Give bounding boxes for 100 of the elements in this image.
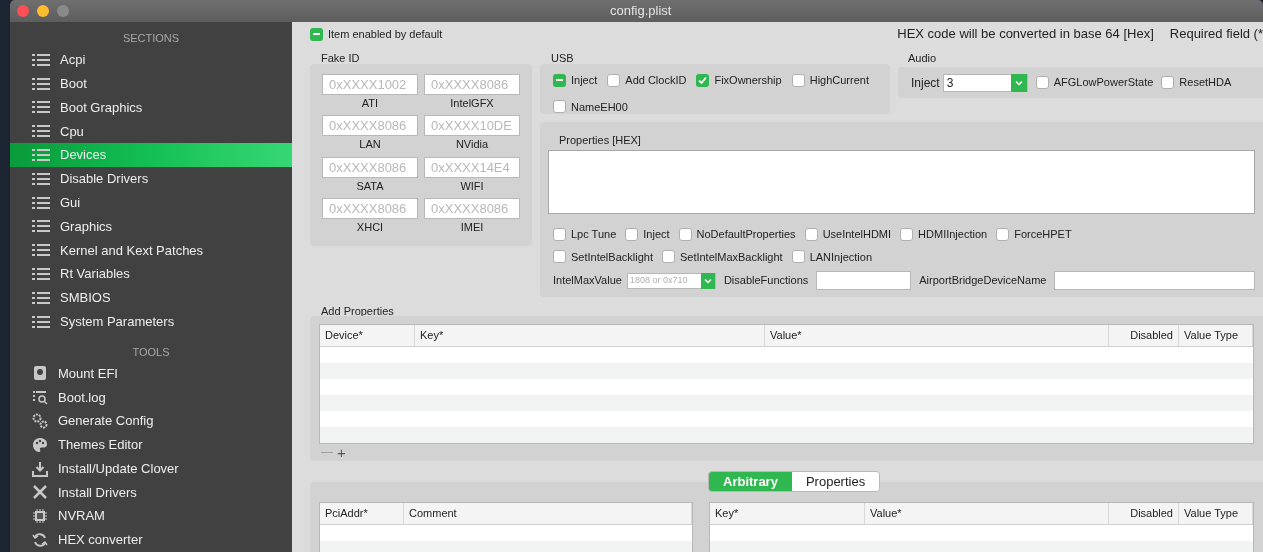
sidebar-item[interactable]: Gui bbox=[10, 190, 292, 215]
sidebar-item[interactable]: Disable Drivers bbox=[10, 167, 292, 191]
sidebar-item[interactable]: Boot.log bbox=[10, 385, 292, 410]
sidebar-item[interactable]: Boot bbox=[10, 71, 292, 96]
checkbox[interactable] bbox=[661, 250, 675, 264]
checkbox[interactable] bbox=[310, 27, 323, 41]
sidebar-item[interactable]: Themes Editor bbox=[10, 432, 292, 457]
checkbox[interactable] bbox=[791, 73, 805, 87]
checkbox-label: HDMIInjection bbox=[918, 227, 988, 242]
checkbox-label: LANInjection bbox=[809, 249, 873, 265]
checkbox-label: NoDefaultProperties bbox=[696, 227, 796, 242]
gears-icon bbox=[32, 413, 48, 430]
field-label: NVidia bbox=[455, 137, 489, 153]
checkbox[interactable] bbox=[791, 250, 805, 264]
section-header: SECTIONS bbox=[121, 31, 181, 46]
column-header[interactable]: Value* bbox=[865, 503, 1109, 524]
airport-field[interactable] bbox=[1054, 271, 1255, 290]
list-icon bbox=[32, 219, 50, 234]
checkbox-label: Inject bbox=[643, 227, 670, 242]
group-title: Fake ID bbox=[320, 51, 361, 64]
checkbox[interactable] bbox=[553, 227, 566, 241]
minimize-button[interactable] bbox=[37, 5, 49, 17]
checkbox-label: NameEH00 bbox=[571, 99, 628, 115]
checkbox-label: ResetHDA bbox=[1179, 75, 1232, 91]
list-icon bbox=[32, 290, 50, 305]
note-text: HEX code will be converted in base 64 [Hex] bbox=[897, 25, 1154, 44]
sidebar-item[interactable]: Install/Update Clover bbox=[10, 456, 292, 481]
sidebar-item[interactable]: Boot Graphics bbox=[10, 95, 292, 120]
sidebar-item[interactable]: Cpu bbox=[10, 119, 292, 144]
checkbox[interactable] bbox=[996, 227, 1010, 241]
disable-functions-field[interactable] bbox=[816, 271, 912, 290]
column-header[interactable]: Value Type bbox=[1179, 325, 1253, 346]
field-label: IntelGFX bbox=[450, 96, 494, 111]
column-header[interactable]: Key* bbox=[415, 325, 765, 346]
checkbox[interactable] bbox=[1035, 76, 1049, 89]
checkbox[interactable] bbox=[607, 73, 621, 87]
column-header[interactable]: Disabled bbox=[1109, 325, 1179, 346]
refresh-icon bbox=[32, 532, 48, 549]
checkbox-label: UseIntelHDMI bbox=[822, 227, 892, 242]
hex-text-area[interactable] bbox=[548, 150, 1255, 214]
column-header[interactable]: Value* bbox=[765, 325, 1109, 346]
field-label: LAN bbox=[359, 137, 381, 153]
sidebar-item[interactable]: HEX converter bbox=[10, 528, 292, 552]
checkbox[interactable] bbox=[625, 227, 639, 241]
checkbox[interactable] bbox=[553, 250, 566, 264]
checkbox-label: SetIntelMaxBacklight bbox=[679, 249, 783, 265]
tab[interactable]: Properties bbox=[791, 472, 880, 491]
palette-icon bbox=[32, 436, 48, 453]
sidebar-item[interactable]: NVRAM bbox=[10, 504, 292, 529]
id-field[interactable]: 0xXXXX10DE bbox=[424, 115, 520, 137]
list-icon bbox=[32, 124, 50, 139]
sidebar-item[interactable]: Generate Config bbox=[10, 409, 292, 433]
list-icon bbox=[32, 52, 50, 67]
sidebar-item[interactable]: Graphics bbox=[10, 214, 292, 239]
id-field[interactable]: 0xXXXX8086 bbox=[322, 197, 418, 219]
sidebar-item[interactable]: Install Drivers bbox=[10, 480, 292, 505]
sidebar-item[interactable]: System Parameters bbox=[10, 309, 292, 334]
checkbox[interactable] bbox=[1161, 76, 1175, 89]
column-header[interactable]: Value Type bbox=[1179, 503, 1253, 524]
chevron-icon bbox=[700, 272, 715, 289]
id-field[interactable]: 0xXXXX8086 bbox=[322, 115, 418, 137]
column-header[interactable]: Comment bbox=[404, 503, 692, 524]
id-field[interactable]: 0xXXXX1002 bbox=[322, 74, 418, 95]
field-label: ATI bbox=[361, 96, 379, 111]
column-header[interactable]: Device* bbox=[320, 325, 415, 346]
checkbox-label: Lpc Tune bbox=[571, 227, 617, 242]
checkbox[interactable] bbox=[553, 73, 566, 87]
checkbox[interactable] bbox=[900, 227, 914, 241]
sidebar-item[interactable]: Acpi bbox=[10, 48, 292, 72]
sidebar-item[interactable]: Rt Variables bbox=[10, 262, 292, 286]
inject-dropdown[interactable]: 3 bbox=[942, 73, 1028, 92]
field-label: DisableFunctions bbox=[723, 273, 809, 289]
id-field[interactable]: 0xXXXX8086 bbox=[424, 197, 520, 219]
section-header: TOOLS bbox=[131, 344, 171, 360]
id-field[interactable]: 0xXXXX8086 bbox=[424, 74, 520, 95]
sidebar-item[interactable]: SMBIOS bbox=[10, 285, 292, 310]
list-icon bbox=[32, 76, 50, 91]
group-title: Audio bbox=[907, 51, 938, 64]
id-field[interactable]: 0xXXXX8086 bbox=[322, 156, 418, 178]
field-label: IntelMaxValue bbox=[553, 273, 622, 289]
checkbox[interactable] bbox=[678, 227, 692, 241]
checkbox-label: FixOwnership bbox=[714, 73, 782, 88]
close-button[interactable] bbox=[17, 5, 29, 17]
checkbox-label: ForceHPET bbox=[1014, 227, 1072, 242]
tools-icon bbox=[32, 484, 48, 501]
column-header[interactable]: Disabled bbox=[1109, 503, 1179, 524]
column-header[interactable]: Key* bbox=[710, 503, 865, 524]
add-button[interactable]: + bbox=[337, 444, 346, 460]
sidebar-item[interactable]: Kernel and Kext Patches bbox=[10, 238, 292, 263]
log-search-icon bbox=[32, 389, 48, 406]
column-header[interactable]: PciAddr* bbox=[320, 503, 404, 524]
sidebar-item[interactable]: Mount EFI bbox=[10, 361, 292, 386]
checkbox[interactable] bbox=[804, 227, 818, 241]
list-icon bbox=[32, 148, 50, 163]
id-field[interactable]: 0xXXXX14E4 bbox=[424, 156, 520, 178]
group-title: Add Properties bbox=[320, 304, 395, 316]
field-label: Inject bbox=[911, 74, 940, 92]
checkbox[interactable] bbox=[553, 100, 566, 114]
checkbox-label: SetIntelBacklight bbox=[571, 249, 653, 265]
zoom-button[interactable] bbox=[57, 5, 69, 17]
